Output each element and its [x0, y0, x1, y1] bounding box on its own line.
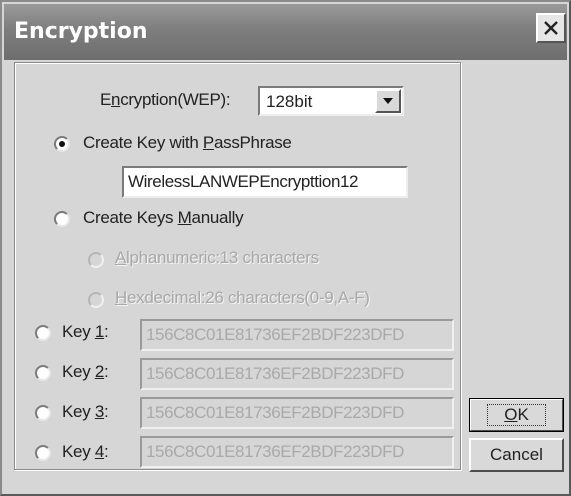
title-bar[interactable]: Encryption [4, 4, 567, 60]
encryption-wep-label: Encryption(WEP): [100, 90, 231, 109]
key4-label: Key 4: [62, 442, 109, 461]
chevron-down-icon [383, 98, 393, 104]
key3-input[interactable]: 156C8C01E81736EF2BDF223DFD [140, 397, 454, 429]
passphrase-radio-label[interactable]: Create Key with PassPhrase [83, 133, 292, 153]
radio-selected-dot [59, 141, 65, 147]
key1-input[interactable]: 156C8C01E81736EF2BDF223DFD [140, 319, 454, 351]
cancel-button-label: Cancel [490, 445, 543, 464]
close-icon [544, 21, 558, 35]
key2-radio[interactable] [35, 365, 51, 381]
window-title: Encryption [14, 19, 148, 44]
key4-radio[interactable] [35, 445, 51, 461]
manual-keys-radio[interactable] [54, 211, 70, 227]
key2-label: Key 2: [62, 362, 109, 381]
key4-input[interactable]: 156C8C01E81736EF2BDF223DFD [140, 436, 454, 468]
manual-keys-radio-label[interactable]: Create Keys Manually [83, 208, 244, 228]
passphrase-input[interactable]: WirelessLANWEPEncrypttion12 [122, 166, 408, 198]
key2-input[interactable]: 156C8C01E81736EF2BDF223DFD [140, 358, 454, 390]
encryption-dialog: Encryption Encryption(WEP): 128bit Creat… [0, 0, 571, 496]
hexdecimal-radio[interactable] [88, 292, 104, 308]
dropdown-arrow-button[interactable] [375, 89, 401, 113]
key1-label: Key 1: [62, 322, 109, 341]
encryption-wep-select[interactable]: 128bit [258, 86, 404, 116]
cancel-button[interactable]: Cancel [469, 438, 564, 472]
encryption-wep-value: 128bit [266, 92, 313, 111]
close-button[interactable] [536, 13, 566, 43]
ok-button[interactable]: OK [469, 398, 564, 432]
passphrase-radio[interactable] [54, 136, 70, 152]
key3-radio[interactable] [35, 405, 51, 421]
hexdecimal-radio-label[interactable]: Hexdecimal:26 characters(0-9,A-F) [115, 288, 370, 308]
ok-button-label: OK [487, 404, 546, 426]
alphanumeric-radio[interactable] [88, 252, 104, 268]
key3-label: Key 3: [62, 402, 109, 421]
alphanumeric-radio-label[interactable]: Alphanumeric:13 characters [115, 248, 319, 268]
key1-radio[interactable] [35, 325, 51, 341]
